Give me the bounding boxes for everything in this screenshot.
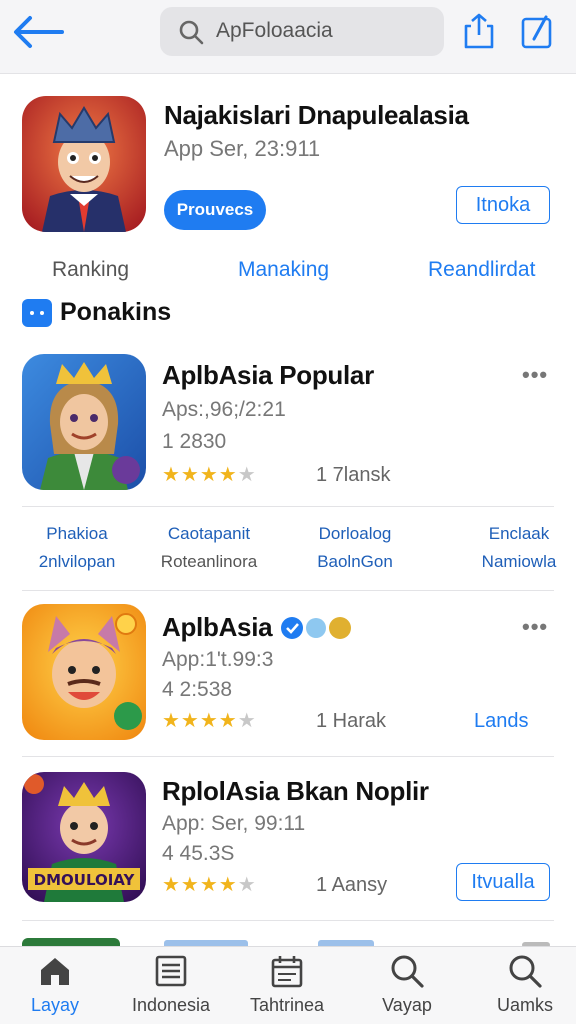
app-name-2-row: AplbAsia: [162, 612, 354, 643]
divider: [22, 920, 554, 921]
tab-vayap[interactable]: Vayap: [352, 953, 462, 1016]
featured-app-icon[interactable]: [22, 96, 146, 232]
chat-badge-icon: [22, 298, 52, 327]
app-icon-2[interactable]: [22, 604, 146, 740]
divider: [22, 506, 554, 507]
list-icon: [155, 955, 187, 987]
calendar-icon: [271, 956, 303, 988]
share-icon[interactable]: [462, 12, 496, 50]
top-bar: ApFoloaacia: [0, 0, 576, 74]
divider: [22, 590, 554, 591]
more-options-icon[interactable]: •••: [522, 614, 548, 640]
app-subtitle-3: App: Ser, 99:11: [162, 812, 306, 835]
rating-stars-1: ★★★★★: [162, 464, 257, 486]
app-3-button[interactable]: Itvualla: [456, 863, 550, 901]
app-icon-3[interactable]: DMOULOIAY: [22, 772, 146, 902]
search-icon: [179, 20, 204, 45]
svg-text:DMOULOIAY: DMOULOIAY: [34, 871, 136, 889]
rating-stars-3: ★★★★★: [162, 874, 257, 896]
home-icon: [41, 958, 69, 985]
app-count-2: 4 2:538: [162, 678, 233, 701]
tab-indonesia[interactable]: Indonesia: [116, 953, 226, 1016]
bottom-tab-bar: Layay Indonesia Tahtrinea Vayap Uamks: [0, 946, 576, 1024]
tab-layay[interactable]: Layay: [0, 953, 110, 1016]
app-subtitle-2: App:1't.99:3: [162, 648, 274, 671]
featured-secondary-button[interactable]: Itnoka: [456, 186, 550, 224]
featured-app-name: Najakislari Dnapulealasia: [164, 100, 469, 130]
badge-icons: [281, 616, 352, 639]
category-2[interactable]: Caotapanit Roteanlinora: [144, 524, 274, 572]
back-arrow-icon[interactable]: [10, 12, 66, 52]
tab-ranking[interactable]: Ranking: [52, 258, 129, 282]
tab-uamks[interactable]: Uamks: [470, 953, 576, 1016]
lands-link[interactable]: Lands: [474, 710, 529, 733]
search-icon: [509, 955, 542, 988]
app-icon-1[interactable]: [22, 354, 146, 490]
category-4[interactable]: Enclaak Namiowla: [454, 524, 576, 572]
tab-reandlirdat[interactable]: Reandlirdat: [428, 258, 535, 282]
tab-tahtrinea[interactable]: Tahtrinea: [232, 953, 342, 1016]
app-name-2: AplbAsia: [162, 612, 273, 642]
app-count-3: 4 45.3S: [162, 842, 235, 865]
divider: [22, 756, 554, 757]
app-subtitle-1: Aps:,96;/2:21: [162, 398, 286, 421]
more-options-icon[interactable]: •••: [522, 362, 548, 388]
search-text: ApFoloaacia: [216, 19, 333, 42]
tab-manaking[interactable]: Manaking: [238, 258, 329, 282]
app-rank-1: 1 7lansk: [316, 464, 391, 486]
featured-primary-button[interactable]: Prouvecs: [164, 190, 266, 230]
search-icon: [391, 955, 424, 988]
search-input[interactable]: ApFoloaacia: [160, 7, 444, 56]
edit-icon[interactable]: [520, 12, 554, 50]
featured-app-subtitle: App Ser, 23:911: [164, 136, 321, 161]
app-rank-3: 1 Aansy: [316, 874, 388, 896]
rating-stars-2: ★★★★★: [162, 710, 257, 732]
section-header: Ponakins: [22, 298, 171, 327]
section-title: Ponakins: [60, 298, 172, 326]
app-rank-2: 1 Harak: [316, 710, 387, 732]
category-3[interactable]: Dorloalog BaolnGon: [290, 524, 420, 572]
app-count-1: 1 2830: [162, 430, 227, 453]
app-name-1: AplbAsia Popular: [162, 360, 374, 390]
category-1[interactable]: Phakioa 2nlvilopan: [12, 524, 142, 572]
app-name-3: RplolAsia Bkan Noplir: [162, 776, 429, 806]
